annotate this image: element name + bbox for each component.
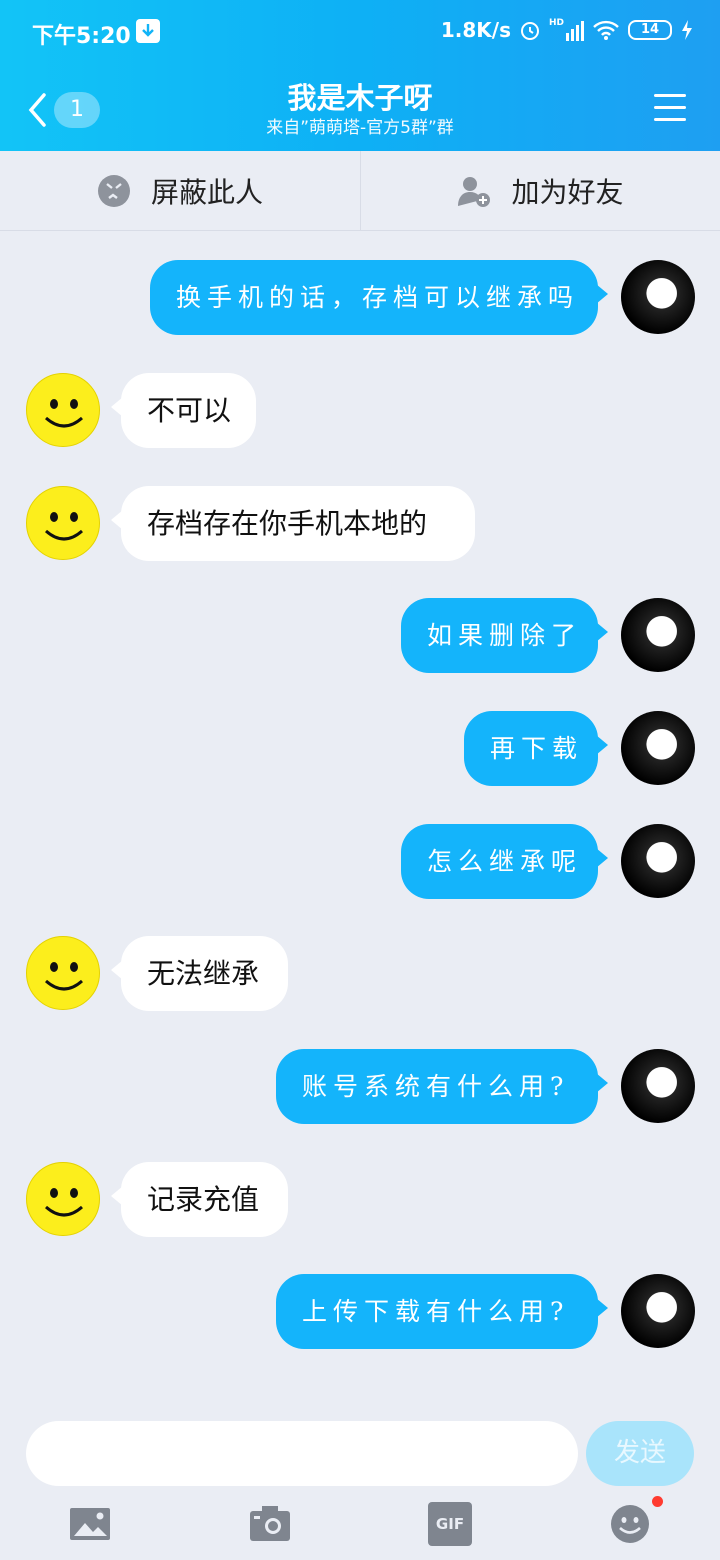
- status-bar: 下午5:20 1.8K/s HD 14: [0, 0, 720, 64]
- block-face-icon: [97, 175, 130, 207]
- self-avatar[interactable]: [621, 1049, 695, 1123]
- gif-icon[interactable]: GIF: [428, 1502, 472, 1546]
- smiley-face-icon: [45, 399, 83, 428]
- contact-avatar[interactable]: [26, 936, 100, 1010]
- self-avatar[interactable]: [621, 260, 695, 334]
- message-bubble-outgoing[interactable]: 再下载: [464, 711, 608, 786]
- contact-avatar[interactable]: [26, 1162, 100, 1236]
- menu-button[interactable]: [654, 94, 686, 122]
- message-bubble-outgoing[interactable]: 换手机的话，存档可以继承吗: [150, 260, 608, 335]
- chat-header: 下午5:20 1.8K/s HD 14 1 我是木子呀 来自”萌萌塔-官方5群”…: [0, 0, 720, 151]
- wifi-icon: [593, 20, 619, 40]
- contact-avatar[interactable]: [26, 373, 100, 447]
- message-bubble-outgoing[interactable]: 如果删除了: [401, 598, 608, 673]
- download-icon: [136, 19, 160, 43]
- menu-icon-bar: [654, 94, 686, 97]
- smiley-face-icon: [45, 962, 83, 991]
- self-avatar[interactable]: [621, 824, 695, 898]
- self-avatar[interactable]: [621, 598, 695, 672]
- contact-avatar[interactable]: [26, 486, 100, 560]
- status-indicators: 1.8K/s HD 14: [441, 18, 694, 42]
- unread-badge: 1: [54, 92, 100, 128]
- send-button[interactable]: 发送: [586, 1421, 694, 1486]
- chat-subtitle: 来自”萌萌塔-官方5群”群: [266, 118, 454, 138]
- network-speed: 1.8K/s: [440, 18, 511, 42]
- chevron-left-icon: [28, 93, 46, 127]
- hd-signal-icon: HD: [549, 19, 584, 41]
- notification-dot: [652, 1496, 663, 1507]
- smiley-face-icon: [45, 512, 83, 541]
- message-bubble-outgoing[interactable]: 上传下载有什么用?: [276, 1274, 608, 1349]
- self-avatar[interactable]: [621, 711, 695, 785]
- emoji-icon[interactable]: [608, 1502, 652, 1546]
- image-icon[interactable]: [68, 1502, 112, 1546]
- back-button[interactable]: 1: [26, 88, 106, 132]
- signal-label: HD: [548, 18, 564, 28]
- chat-title: 我是木子呀: [287, 81, 433, 115]
- charging-icon: [682, 20, 692, 40]
- add-friend-label: 加为好友: [511, 176, 624, 209]
- status-time: 下午5:20: [32, 24, 131, 49]
- alarm-icon: [520, 22, 539, 40]
- menu-icon-bar: [654, 118, 686, 121]
- message-bubble-incoming[interactable]: 存档存在你手机本地的: [111, 486, 475, 561]
- message-bubble-incoming[interactable]: 无法继承: [111, 936, 288, 1011]
- menu-icon-bar: [654, 106, 686, 109]
- message-bubble-incoming[interactable]: 记录充值: [111, 1162, 288, 1237]
- message-bubble-outgoing[interactable]: 怎么继承呢: [401, 824, 608, 899]
- self-avatar[interactable]: [621, 1274, 695, 1348]
- message-bubble-outgoing[interactable]: 账号系统有什么用?: [276, 1049, 608, 1124]
- add-friend-icon: [458, 177, 491, 207]
- smiley-face-icon: [45, 1188, 83, 1217]
- block-user-button[interactable]: 屏蔽此人: [0, 151, 360, 231]
- message-bubble-incoming[interactable]: 不可以: [111, 373, 256, 448]
- message-input[interactable]: [26, 1421, 578, 1486]
- stranger-action-bar: 屏蔽此人 加为好友: [0, 151, 720, 231]
- add-friend-button[interactable]: 加为好友: [360, 151, 720, 231]
- block-user-label: 屏蔽此人: [150, 176, 263, 209]
- camera-icon[interactable]: [248, 1502, 292, 1546]
- battery-indicator: 14: [628, 20, 672, 40]
- chat-title-block: 我是木子呀 来自”萌萌塔-官方5群”群: [160, 80, 560, 140]
